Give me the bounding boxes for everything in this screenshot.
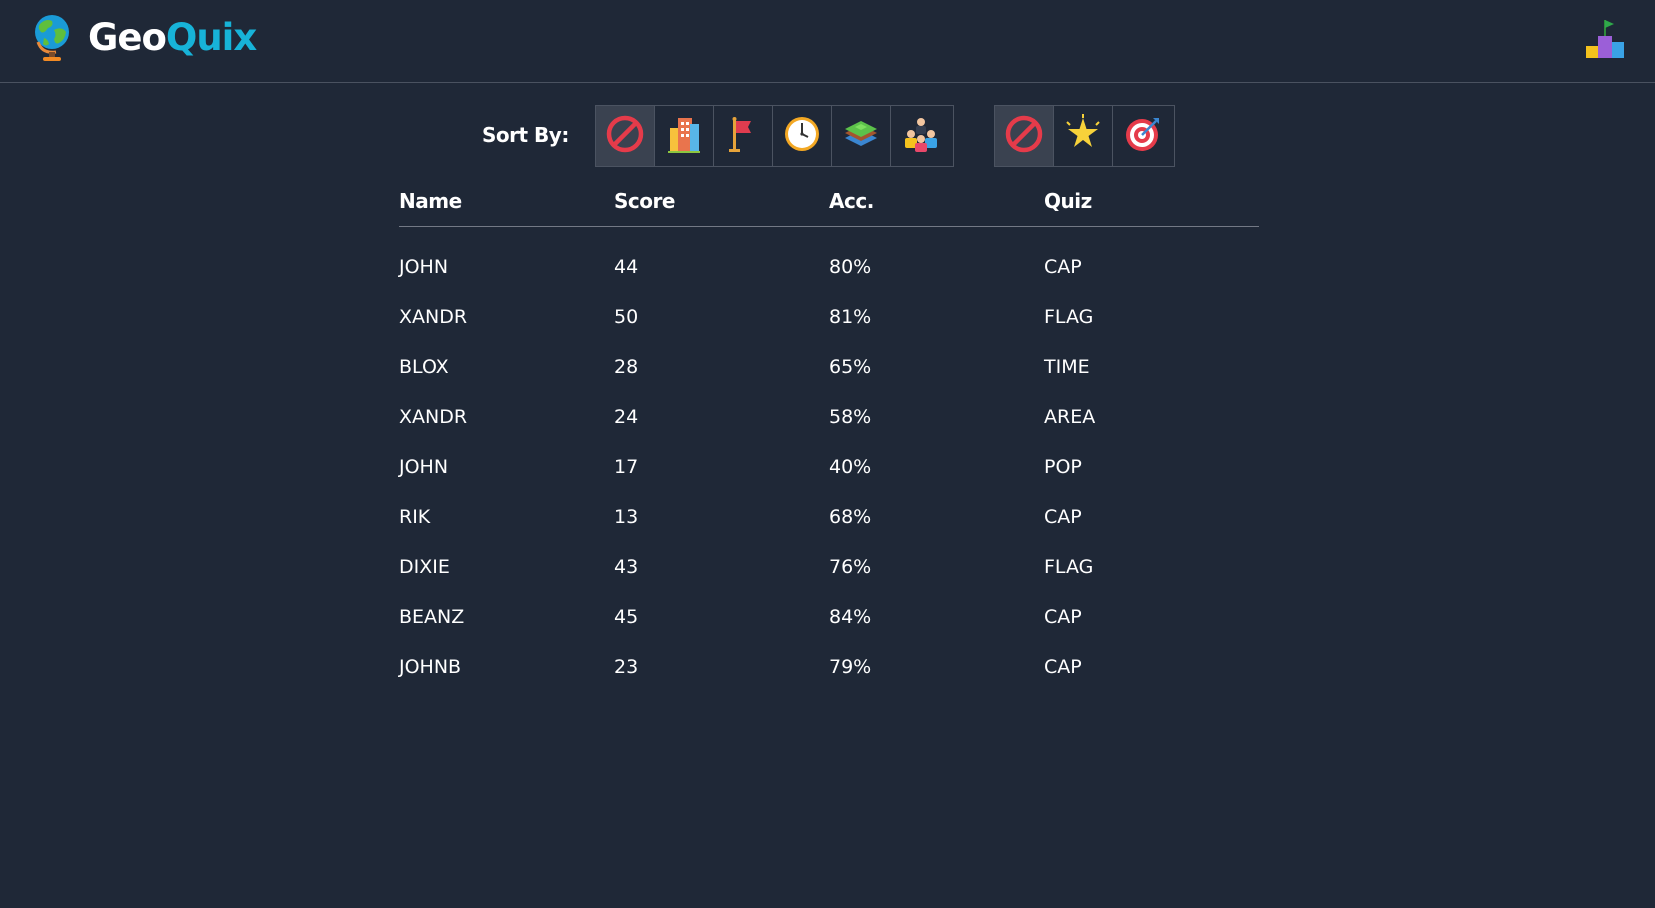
none-icon xyxy=(605,114,645,158)
cell-score: 44 xyxy=(614,256,639,278)
cell-accuracy: 65% xyxy=(829,356,872,378)
brand-geo: Geo xyxy=(88,16,167,59)
cell-quiz: CAP xyxy=(1044,256,1082,278)
globe-icon xyxy=(32,12,76,64)
cell-name: BLOX xyxy=(399,356,449,378)
cell-score: 43 xyxy=(614,556,639,578)
cell-score: 45 xyxy=(614,606,639,628)
cell-name: JOHNB xyxy=(399,656,462,678)
table-row: JOHN 44 80% CAP xyxy=(399,242,1259,292)
none-icon xyxy=(1004,114,1044,158)
cell-name: XANDR xyxy=(399,306,468,328)
cell-accuracy: 40% xyxy=(829,456,872,478)
podium-icon xyxy=(1584,20,1626,64)
area-layers-icon xyxy=(841,114,881,158)
cell-accuracy: 81% xyxy=(829,306,872,328)
cell-name: JOHN xyxy=(399,456,449,478)
cell-quiz: CAP xyxy=(1044,606,1082,628)
cell-quiz: TIME xyxy=(1044,356,1090,378)
quiz-filter-area-button[interactable] xyxy=(832,106,891,166)
cell-accuracy: 79% xyxy=(829,656,872,678)
cell-quiz: FLAG xyxy=(1044,556,1094,578)
brand-wordmark: GeoQuix xyxy=(88,12,257,64)
leaderboard-button[interactable] xyxy=(1584,16,1626,60)
sort-bar: Sort By: xyxy=(0,105,1655,167)
column-header-score[interactable]: Score xyxy=(614,183,829,226)
table-row: XANDR 50 81% FLAG xyxy=(399,292,1259,342)
quiz-filter-time-button[interactable] xyxy=(773,106,832,166)
table-row: JOHNB 23 79% CAP xyxy=(399,642,1259,692)
cell-quiz: CAP xyxy=(1044,656,1082,678)
cell-name: BEANZ xyxy=(399,606,465,628)
cell-score: 50 xyxy=(614,306,639,328)
cell-quiz: AREA xyxy=(1044,406,1096,428)
cell-score: 13 xyxy=(614,506,639,528)
quiz-filter-none-button[interactable] xyxy=(596,106,655,166)
cell-accuracy: 80% xyxy=(829,256,872,278)
sort-by-label: Sort By: xyxy=(482,123,569,147)
cell-quiz: FLAG xyxy=(1044,306,1094,328)
target-icon xyxy=(1123,114,1163,158)
cell-score: 24 xyxy=(614,406,639,428)
metric-filter-group xyxy=(994,105,1175,167)
cell-score: 28 xyxy=(614,356,639,378)
table-row: DIXIE 43 76% FLAG xyxy=(399,542,1259,592)
leaderboard-table: Name Score Acc. Quiz JOHN 44 80% CAP XAN… xyxy=(399,183,1259,692)
metric-filter-score-button[interactable] xyxy=(1054,106,1113,166)
table-row: XANDR 24 58% AREA xyxy=(399,392,1259,442)
table-row: BEANZ 45 84% CAP xyxy=(399,592,1259,642)
capital-building-icon xyxy=(666,114,702,158)
quiz-filter-population-button[interactable] xyxy=(891,106,950,166)
cell-name: XANDR xyxy=(399,406,468,428)
table-row: JOHN 17 40% POP xyxy=(399,442,1259,492)
cell-name: RIK xyxy=(399,506,431,528)
quiz-type-filter-group xyxy=(595,105,954,167)
quiz-filter-capital-button[interactable] xyxy=(655,106,714,166)
quiz-filter-flag-button[interactable] xyxy=(714,106,773,166)
app-logo[interactable]: GeoQuix xyxy=(32,12,257,64)
cell-accuracy: 58% xyxy=(829,406,872,428)
column-header-accuracy[interactable]: Acc. xyxy=(829,183,1044,226)
star-icon xyxy=(1063,114,1103,158)
table-row: RIK 13 68% CAP xyxy=(399,492,1259,542)
column-header-name[interactable]: Name xyxy=(399,183,614,226)
cell-score: 23 xyxy=(614,656,639,678)
clock-icon xyxy=(782,114,822,158)
table-body: JOHN 44 80% CAP XANDR 50 81% FLAG BLOX 2… xyxy=(399,227,1259,692)
cell-score: 17 xyxy=(614,456,639,478)
cell-quiz: POP xyxy=(1044,456,1082,478)
table-header: Name Score Acc. Quiz xyxy=(399,183,1259,227)
cell-accuracy: 76% xyxy=(829,556,872,578)
cell-accuracy: 84% xyxy=(829,606,872,628)
cell-accuracy: 68% xyxy=(829,506,872,528)
cell-name: DIXIE xyxy=(399,556,450,578)
top-header: GeoQuix xyxy=(0,0,1655,83)
table-row: BLOX 28 65% TIME xyxy=(399,342,1259,392)
cell-quiz: CAP xyxy=(1044,506,1082,528)
flag-icon xyxy=(725,114,761,158)
population-icon xyxy=(901,114,941,158)
cell-name: JOHN xyxy=(399,256,449,278)
brand-quix: Quix xyxy=(165,16,257,59)
column-header-quiz[interactable]: Quiz xyxy=(1044,183,1259,226)
metric-filter-none-button[interactable] xyxy=(995,106,1054,166)
metric-filter-accuracy-button[interactable] xyxy=(1113,106,1172,166)
